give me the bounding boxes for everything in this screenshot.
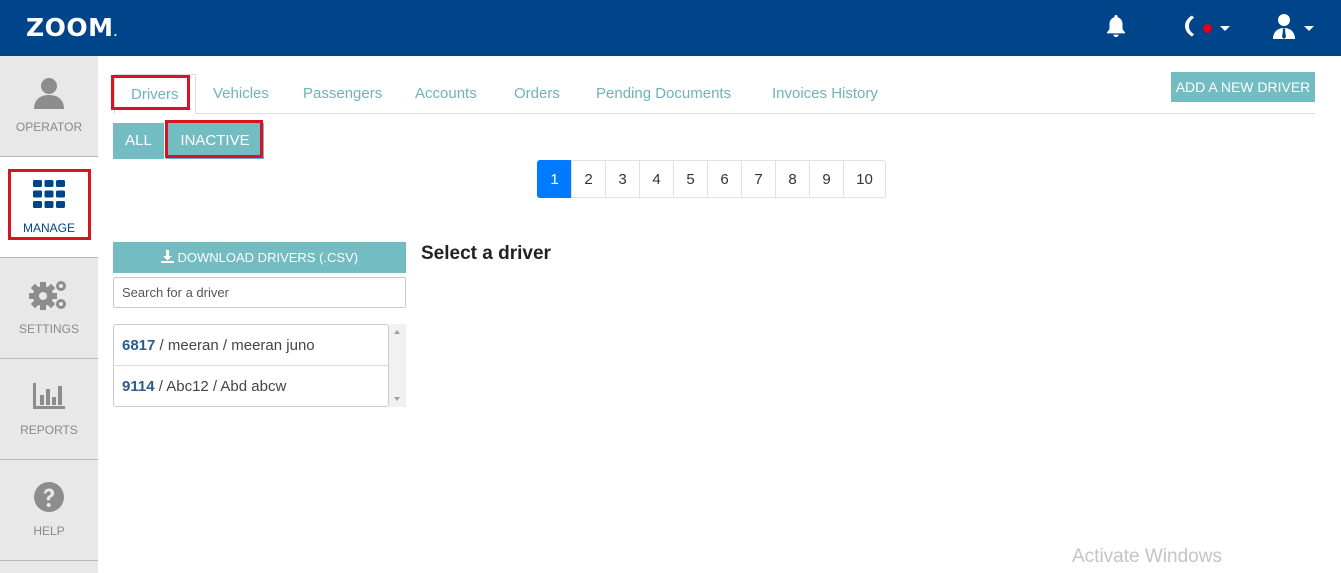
driver-id: 6817 <box>122 337 156 354</box>
user-icon <box>0 76 98 110</box>
highlight-box <box>8 169 91 240</box>
bell-icon <box>1105 14 1127 43</box>
highlight-box <box>111 75 190 110</box>
driver-names: / meeran / meeran juno <box>155 337 315 354</box>
page-link[interactable]: 6 <box>707 160 742 198</box>
download-drivers-button[interactable]: DOWNLOAD DRIVERS (.CSV) <box>113 242 406 273</box>
scroll-down-icon[interactable] <box>394 397 400 401</box>
page-link[interactable]: 1 <box>537 160 572 198</box>
sidebar-item-label: OPERATOR <box>15 120 83 134</box>
help-icon <box>0 480 98 514</box>
notifications-button[interactable] <box>1105 12 1127 44</box>
page-link[interactable]: 7 <box>741 160 776 198</box>
driver-list: 6817 / meeran / meeran juno 9114 / Abc12… <box>113 324 389 407</box>
tab-bar: Drivers Vehicles Passengers Accounts Ord… <box>113 74 1315 114</box>
list-scrollbar[interactable] <box>389 324 406 407</box>
page-link[interactable]: 10 <box>843 160 886 198</box>
zoom-logo[interactable]: ZOOM. <box>26 13 118 42</box>
gears-icon <box>0 278 98 312</box>
chevron-down-icon <box>1304 25 1314 31</box>
pagination: 1 2 3 4 5 6 7 8 9 10 <box>537 160 886 198</box>
tab-invoices-history[interactable]: Invoices History <box>772 74 878 113</box>
chevron-down-icon <box>1220 25 1230 31</box>
sidebar: OPERATOR MANAGE SETTINGS REPORTS HELP <box>0 56 98 573</box>
page-link[interactable]: 2 <box>571 160 606 198</box>
page-link[interactable]: 5 <box>673 160 708 198</box>
page-link[interactable]: 9 <box>809 160 844 198</box>
page-link[interactable]: 4 <box>639 160 674 198</box>
tab-accounts[interactable]: Accounts <box>415 74 477 113</box>
scroll-up-icon[interactable] <box>394 330 400 334</box>
detail-title: Select a driver <box>421 243 551 264</box>
sidebar-item-label: HELP <box>33 524 65 538</box>
phone-icon <box>1183 14 1195 43</box>
driver-search-input[interactable] <box>113 277 406 308</box>
sidebar-item-help[interactable]: HELP <box>0 460 98 561</box>
windows-watermark: Activate Windows <box>1072 546 1222 567</box>
sidebar-item-operator[interactable]: OPERATOR <box>0 56 98 157</box>
page-link[interactable]: 8 <box>775 160 810 198</box>
tab-vehicles[interactable]: Vehicles <box>213 74 269 113</box>
tab-orders[interactable]: Orders <box>514 74 560 113</box>
driver-id: 9114 <box>122 378 155 395</box>
user-menu-dropdown[interactable] <box>1272 12 1314 44</box>
driver-names: / Abc12 / Abd abcw <box>154 378 287 395</box>
add-new-driver-button[interactable]: ADD A NEW DRIVER <box>1171 72 1315 102</box>
user-icon <box>1272 13 1296 44</box>
sidebar-item-label: SETTINGS <box>18 322 79 336</box>
filter-all-button[interactable]: ALL <box>113 123 164 159</box>
page-link[interactable]: 3 <box>605 160 640 198</box>
download-icon <box>160 250 178 265</box>
bar-chart-icon <box>0 379 98 413</box>
tab-passengers[interactable]: Passengers <box>303 74 382 113</box>
highlight-box <box>165 120 263 158</box>
sidebar-item-settings[interactable]: SETTINGS <box>0 258 98 359</box>
top-bar: ZOOM. <box>0 0 1341 56</box>
phone-status-dropdown[interactable] <box>1183 12 1230 44</box>
status-dot <box>1203 23 1212 33</box>
list-item[interactable]: 6817 / meeran / meeran juno <box>114 325 388 366</box>
tab-pending-documents[interactable]: Pending Documents <box>596 74 731 113</box>
list-item[interactable]: 9114 / Abc12 / Abd abcw <box>114 366 388 407</box>
sidebar-item-reports[interactable]: REPORTS <box>0 359 98 460</box>
sidebar-item-label: REPORTS <box>20 423 78 437</box>
download-label: DOWNLOAD DRIVERS (.CSV) <box>177 250 359 265</box>
